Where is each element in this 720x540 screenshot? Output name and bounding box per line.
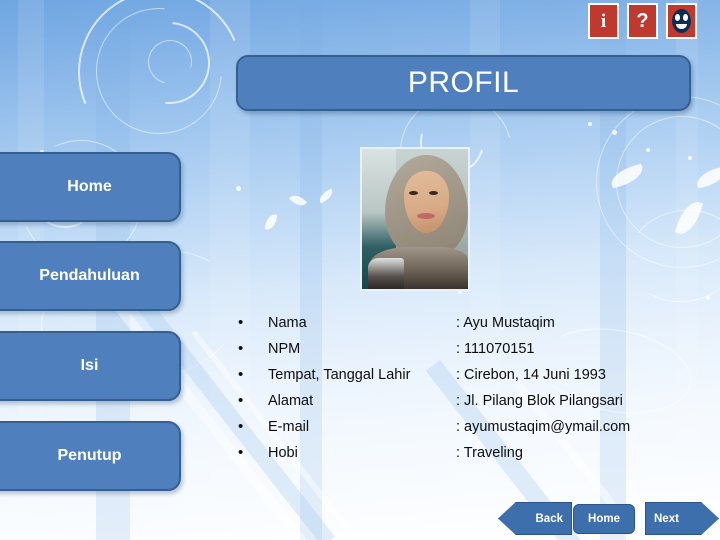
help-icon[interactable]: ? bbox=[627, 3, 658, 39]
face-icon[interactable] bbox=[666, 3, 697, 39]
detail-label: Hobi bbox=[268, 445, 298, 461]
slide-canvas: i ? PROFIL Home Pendahuluan Isi Penutup bbox=[0, 0, 720, 540]
detail-label: Tempat, Tanggal Lahir bbox=[268, 367, 411, 383]
bullet-icon: • bbox=[238, 366, 244, 383]
info-icon[interactable]: i bbox=[588, 3, 619, 39]
detail-value: : Traveling bbox=[456, 445, 523, 461]
back-button[interactable]: Back bbox=[498, 502, 572, 535]
detail-row: • NPM : 111070151 bbox=[238, 336, 688, 362]
sidebar-item-label: Isi bbox=[80, 357, 99, 374]
detail-label: E-mail bbox=[268, 419, 310, 435]
detail-row: • Hobi : Traveling bbox=[238, 440, 688, 466]
profile-photo bbox=[360, 147, 470, 291]
sidebar-item-penutup[interactable]: Penutup bbox=[0, 421, 181, 491]
sidebar-item-label: Pendahuluan bbox=[39, 267, 140, 284]
bullet-icon: • bbox=[238, 418, 244, 435]
detail-row: • Nama : Ayu Mustaqim bbox=[238, 310, 688, 336]
detail-label: Alamat bbox=[268, 393, 314, 409]
sidebar-item-label: Home bbox=[67, 178, 112, 195]
face-icon-glyph bbox=[672, 9, 691, 33]
detail-row: • E-mail : ayumustaqim@ymail.com bbox=[238, 414, 688, 440]
detail-value: : ayumustaqim@ymail.com bbox=[456, 419, 631, 435]
detail-label: Nama bbox=[268, 315, 307, 331]
detail-row: • Tempat, Tanggal Lahir : Cirebon, 14 Ju… bbox=[238, 362, 688, 388]
page-title-text: PROFIL bbox=[407, 66, 520, 99]
sidebar-item-isi[interactable]: Isi bbox=[0, 331, 181, 401]
page-title: PROFIL bbox=[236, 55, 691, 111]
bullet-icon: • bbox=[238, 444, 244, 461]
detail-value: : Jl. Pilang Blok Pilangsari bbox=[456, 393, 623, 409]
detail-value: : Ayu Mustaqim bbox=[456, 315, 555, 331]
home-button[interactable]: Home bbox=[573, 504, 635, 534]
profile-photo-image bbox=[362, 149, 468, 289]
profile-details-list: • Nama : Ayu Mustaqim • NPM : 111070151 … bbox=[238, 310, 688, 466]
detail-row: • Alamat : Jl. Pilang Blok Pilangsari bbox=[238, 388, 688, 414]
sidebar-item-home[interactable]: Home bbox=[0, 152, 181, 222]
back-button-label: Back bbox=[535, 512, 564, 525]
sidebar-item-pendahuluan[interactable]: Pendahuluan bbox=[0, 241, 181, 311]
bullet-icon: • bbox=[238, 392, 244, 409]
info-icon-glyph: i bbox=[600, 10, 607, 32]
bullet-icon: • bbox=[238, 314, 244, 331]
detail-value: : 111070151 bbox=[456, 341, 535, 357]
bullet-icon: • bbox=[238, 340, 244, 357]
top-icon-bar: i ? bbox=[588, 3, 697, 39]
help-icon-glyph: ? bbox=[636, 10, 649, 32]
detail-value: : Cirebon, 14 Juni 1993 bbox=[456, 367, 606, 383]
sidebar-item-label: Penutup bbox=[57, 447, 122, 464]
home-button-label: Home bbox=[588, 513, 620, 525]
detail-label: NPM bbox=[268, 341, 301, 357]
next-button-label: Next bbox=[654, 512, 679, 525]
next-button[interactable]: Next bbox=[645, 502, 719, 535]
